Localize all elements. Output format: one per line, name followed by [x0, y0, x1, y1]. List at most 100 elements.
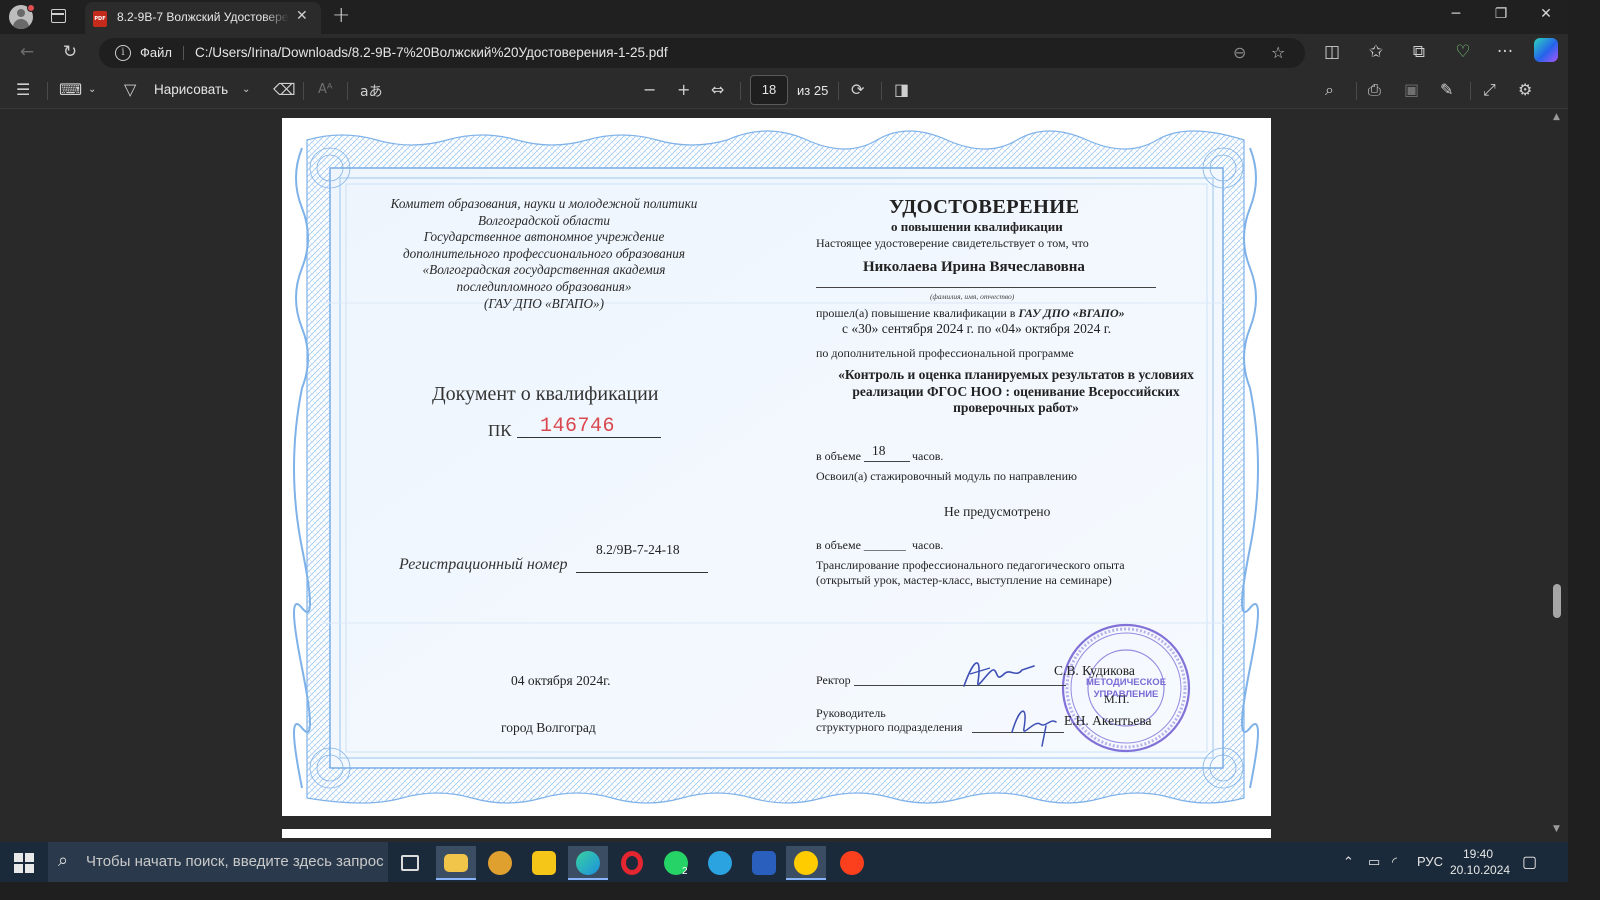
input-language[interactable]: РУС [1417, 854, 1443, 869]
toolbar-divider [303, 82, 304, 100]
pdf-viewer[interactable]: Комитет образования, науки и молодежной … [0, 110, 1568, 838]
volume-hours: 18 [872, 443, 886, 458]
issuer-line: последипломного образования» [456, 278, 632, 294]
highlight-icon[interactable]: ⌨ [59, 80, 82, 99]
zoom-out-icon[interactable]: ⊖ [1233, 43, 1246, 62]
tab-close-icon[interactable]: ✕ [296, 8, 308, 24]
opera-icon[interactable] [612, 846, 652, 880]
favorites-icon[interactable]: ✩ [1364, 42, 1388, 62]
issuer-block: Комитет образования, науки и молодежной … [368, 196, 720, 312]
toolbar-divider [740, 82, 741, 100]
vertical-scrollbar[interactable]: ▲ ▼ [1548, 110, 1568, 838]
pk-number: 146746 [540, 415, 616, 438]
favorite-star-icon[interactable]: ☆ [1271, 43, 1285, 62]
address-bar[interactable]: i Файл C:/Users/Irina/Downloads/8.2-9В-7… [99, 38, 1305, 68]
tab-actions-icon[interactable] [51, 9, 66, 23]
recipient-name: Николаева Ирина Вячеславовна [863, 259, 1085, 275]
whatsapp-icon[interactable]: 2 [656, 846, 696, 880]
certificate-intro: Настоящее удостоверение свидетельствует … [816, 236, 1089, 250]
fit-to-width-icon[interactable]: ⇔ [711, 80, 724, 99]
taskbar-clock[interactable]: 19:40 20.10.2024 [1450, 846, 1511, 878]
maximize-button[interactable]: ❐ [1486, 6, 1516, 22]
tab-title: 8.2-9В-7 Волжский Удостоверения-1-25.pdf [117, 10, 289, 24]
training-statement-text: прошел(а) повышение квалификации в [816, 306, 1016, 320]
clock-date: 20.10.2024 [1450, 863, 1511, 877]
print-icon[interactable]: ⎙ [1368, 80, 1381, 100]
page-number-input[interactable]: 18 [750, 75, 788, 105]
draw-dropdown-chevron-icon[interactable]: ⌄ [242, 84, 250, 95]
issue-date: 04 октября 2024г. [511, 673, 611, 688]
app-eye-icon[interactable] [480, 846, 520, 880]
zoom-in-button[interactable]: + [677, 80, 690, 99]
read-aloud-button[interactable]: aあ [360, 81, 383, 101]
yandex-browser-icon[interactable] [786, 846, 826, 880]
rotate-icon[interactable]: ⟳ [851, 80, 864, 99]
recipient-underline [816, 287, 1156, 288]
browser-tab[interactable]: PDF 8.2-9В-7 Волжский Удостоверения-1-25… [85, 2, 321, 34]
whatsapp-badge: 2 [682, 866, 688, 877]
highlight-dropdown-chevron-icon[interactable]: ⌄ [88, 84, 96, 95]
browser-essentials-icon[interactable]: ♡ [1451, 42, 1475, 62]
internship-not-planned: Не предусмотрено [944, 504, 1051, 519]
tray-overflow-chevron-icon[interactable]: ⌃ [1343, 854, 1354, 870]
title-bar: PDF 8.2-9В-7 Волжский Удостоверения-1-25… [0, 0, 1568, 34]
taskbar-search-placeholder: Чтобы начать поиск, введите здесь запрос [86, 853, 384, 870]
rector-name: С.В. Кудикова [1054, 663, 1135, 678]
back-arrow-icon[interactable]: ← [15, 42, 39, 62]
zoom-out-button[interactable]: − [643, 80, 656, 99]
close-window-button[interactable]: ✕ [1531, 6, 1561, 22]
program-title: «Контроль и оценка планируемых результат… [816, 367, 1216, 417]
department-head-signature [1011, 710, 1057, 747]
text-icon[interactable]: Aᴬ [318, 82, 333, 97]
translation-text: Транслирование профессионального педагог… [816, 558, 1125, 572]
url-text[interactable]: C:/Users/Irina/Downloads/8.2-9В-7%20Волж… [195, 45, 668, 60]
file-explorer-icon[interactable] [436, 846, 476, 880]
search-icon: ⌕ [58, 850, 69, 871]
media-player-icon[interactable] [524, 846, 564, 880]
taskbar-search-box[interactable]: ⌕ Чтобы начать поиск, введите здесь запр… [48, 842, 388, 882]
more-menu-icon[interactable]: ··· [1493, 42, 1517, 62]
telegram-icon[interactable] [700, 846, 740, 880]
minimize-button[interactable]: ─ [1441, 6, 1471, 22]
scroll-up-arrow-icon[interactable]: ▲ [1553, 112, 1560, 122]
split-screen-icon[interactable]: ◫ [1320, 42, 1344, 62]
refresh-icon[interactable]: ↻ [58, 42, 82, 62]
search-icon[interactable]: ⌕ [1325, 80, 1334, 100]
windows-start-icon[interactable] [14, 853, 34, 873]
draw-button[interactable]: Нарисовать [154, 82, 228, 97]
info-icon[interactable]: i [115, 45, 131, 61]
page-view-icon[interactable]: ◨ [894, 80, 909, 99]
department-head-label-2: структурного подразделения [816, 720, 963, 734]
pdf-toolbar: ☰ ⌨ ⌄ ▽ Нарисовать ⌄ ⌫ Aᴬ aあ − + ⇔ 18 из… [0, 72, 1568, 109]
training-organization: ГАУ ДПО «ВГАПО» [1018, 306, 1125, 320]
rector-signature [963, 662, 1035, 687]
eraser-icon[interactable]: ⌫ [273, 80, 296, 99]
word-icon[interactable] [744, 846, 784, 880]
draw-icon[interactable]: ▽ [124, 80, 136, 99]
collections-icon[interactable]: ⧉ [1407, 42, 1431, 62]
issuer-line: Комитет образования, науки и молодежной … [390, 196, 698, 211]
scrollbar-thumb[interactable] [1553, 584, 1561, 618]
task-view-icon[interactable] [390, 846, 430, 880]
contents-list-icon[interactable]: ☰ [16, 80, 30, 99]
issuer-line: Государственное автономное учреждение [423, 229, 665, 245]
copilot-icon[interactable] [1534, 38, 1558, 62]
save-icon[interactable]: ▣ [1404, 80, 1419, 99]
official-stamp: МЕТОДИЧЕСКОЕ УПРАВЛЕНИЕ [1061, 623, 1191, 753]
issuer-line: «Волгоградская государственная академия [422, 262, 666, 278]
department-head-name: Е.Н. Акентьева [1064, 713, 1152, 728]
notifications-icon[interactable]: ▢ [1522, 852, 1537, 872]
toolbar-divider [838, 82, 839, 100]
edge-browser-icon[interactable] [568, 846, 608, 880]
toolbar-divider [881, 82, 882, 100]
wifi-icon[interactable]: ◜ [1392, 854, 1397, 870]
save-as-icon[interactable]: ✎ [1440, 80, 1453, 99]
yandex-icon[interactable] [832, 846, 872, 880]
fullscreen-icon[interactable]: ⤢ [1483, 80, 1496, 100]
settings-gear-icon[interactable]: ⚙ [1518, 80, 1532, 99]
new-tab-button[interactable]: + [332, 3, 350, 28]
battery-icon[interactable]: ▭ [1368, 854, 1380, 870]
scroll-down-arrow-icon[interactable]: ▼ [1553, 824, 1560, 834]
issuer-line: (ГАУ ДПО «ВГАПО») [484, 295, 604, 311]
screen: PDF 8.2-9В-7 Волжский Удостоверения-1-25… [0, 0, 1568, 882]
